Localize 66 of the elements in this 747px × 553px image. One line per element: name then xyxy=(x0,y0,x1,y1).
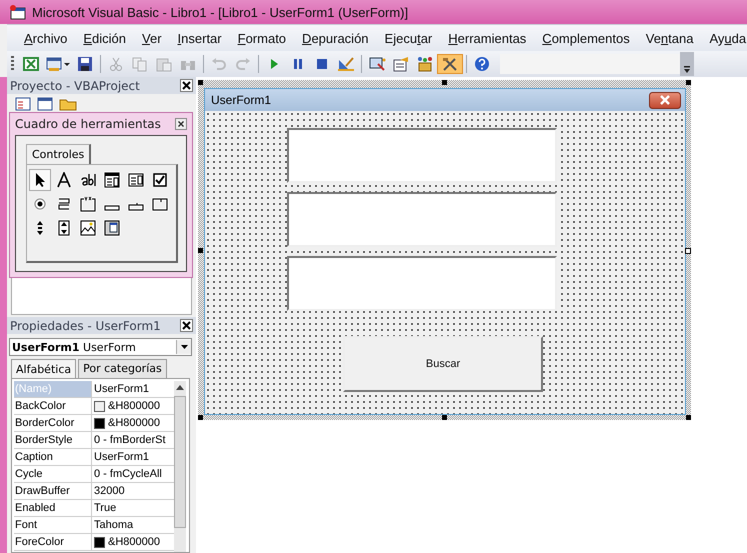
toolbox-tab[interactable]: Controles xyxy=(26,144,92,164)
menu-item[interactable]: Ventana xyxy=(638,30,702,46)
property-name[interactable]: Caption xyxy=(14,449,92,465)
property-value[interactable]: Tahoma xyxy=(94,517,134,533)
property-value[interactable]: 32000 xyxy=(94,483,125,499)
property-name[interactable]: DrawBuffer xyxy=(14,483,92,499)
toolbox-title: Cuadro de herramientas xyxy=(15,117,161,131)
property-value[interactable]: 0 - fmCycleAll xyxy=(94,466,162,482)
app-icon xyxy=(8,4,26,20)
resize-handle[interactable] xyxy=(686,80,691,85)
grip-icon xyxy=(11,56,14,72)
text-box[interactable] xyxy=(287,128,557,183)
property-name[interactable]: Cycle xyxy=(14,466,92,482)
view-code-icon[interactable] xyxy=(15,97,31,111)
resize-handle[interactable] xyxy=(686,415,691,420)
resize-handle[interactable] xyxy=(685,248,691,254)
properties-tab[interactable]: Por categorías xyxy=(78,359,167,378)
close-icon[interactable] xyxy=(175,118,187,130)
pointer-tool-icon[interactable] xyxy=(29,169,51,191)
menu-item[interactable]: Edición xyxy=(75,30,134,46)
toolbar-options-icon[interactable] xyxy=(680,52,694,76)
menu-item[interactable]: Ver xyxy=(134,30,170,46)
close-icon[interactable] xyxy=(180,79,193,92)
toolbox-icon[interactable] xyxy=(437,54,463,74)
property-value[interactable]: UserForm1 xyxy=(94,381,150,397)
close-button[interactable] xyxy=(649,92,681,108)
properties-tab[interactable]: Alfabética xyxy=(11,359,76,378)
property-name[interactable]: Enabled xyxy=(14,500,92,516)
dropdown-arrow-icon[interactable] xyxy=(180,345,188,349)
menu-item[interactable]: Archivo xyxy=(16,30,76,46)
close-icon[interactable] xyxy=(180,319,193,332)
resize-handle[interactable] xyxy=(442,415,447,420)
text-box[interactable] xyxy=(287,192,557,247)
resize-handle[interactable] xyxy=(442,80,447,85)
property-value[interactable]: &H800000 xyxy=(108,415,160,431)
resize-handle[interactable] xyxy=(198,415,203,420)
window-title: Microsoft Visual Basic - Libro1 - [Libro1 - UserForm1 (UserForm)] xyxy=(32,4,408,20)
pane-title: Propiedades - UserForm1 xyxy=(10,318,161,332)
menu-item[interactable]: Ejecutar xyxy=(376,30,440,46)
scrollbar[interactable] xyxy=(174,381,186,552)
resize-handle[interactable] xyxy=(198,80,203,85)
form-title: UserForm1 xyxy=(211,93,272,107)
menu-item[interactable]: Insertar xyxy=(170,30,230,46)
menu-item[interactable]: Complementos xyxy=(534,30,638,46)
object-dropdown[interactable]: UserForm1 UserForm xyxy=(9,338,192,356)
text-box[interactable] xyxy=(287,256,557,311)
resize-handle[interactable] xyxy=(198,248,203,253)
property-name[interactable]: ForeColor xyxy=(14,534,92,550)
property-value[interactable]: 0 - fmBorderSt xyxy=(94,432,166,448)
search-button[interactable]: Buscar xyxy=(343,336,543,392)
toolbar-field[interactable] xyxy=(500,54,680,74)
property-value[interactable]: True xyxy=(94,500,116,516)
menu-item[interactable]: Ayuda xyxy=(701,30,747,46)
property-value[interactable]: &H800000 xyxy=(108,398,160,414)
pane-title: Proyecto - VBAProject xyxy=(10,78,140,92)
menu-item[interactable]: Formato xyxy=(230,30,294,46)
property-value[interactable]: UserForm1 xyxy=(94,449,150,465)
view-object-icon[interactable] xyxy=(37,97,53,111)
menu-item[interactable]: Herramientas xyxy=(440,30,534,46)
property-name[interactable]: Font xyxy=(14,517,92,533)
scroll-up-arrow-icon[interactable] xyxy=(176,385,184,390)
property-name[interactable]: BackColor xyxy=(14,398,92,414)
property-value[interactable]: &H800000 xyxy=(108,534,160,550)
property-name[interactable]: BorderColor xyxy=(14,415,92,431)
property-name[interactable]: BorderStyle xyxy=(14,432,92,448)
menu-item[interactable]: Depuración xyxy=(294,30,377,46)
